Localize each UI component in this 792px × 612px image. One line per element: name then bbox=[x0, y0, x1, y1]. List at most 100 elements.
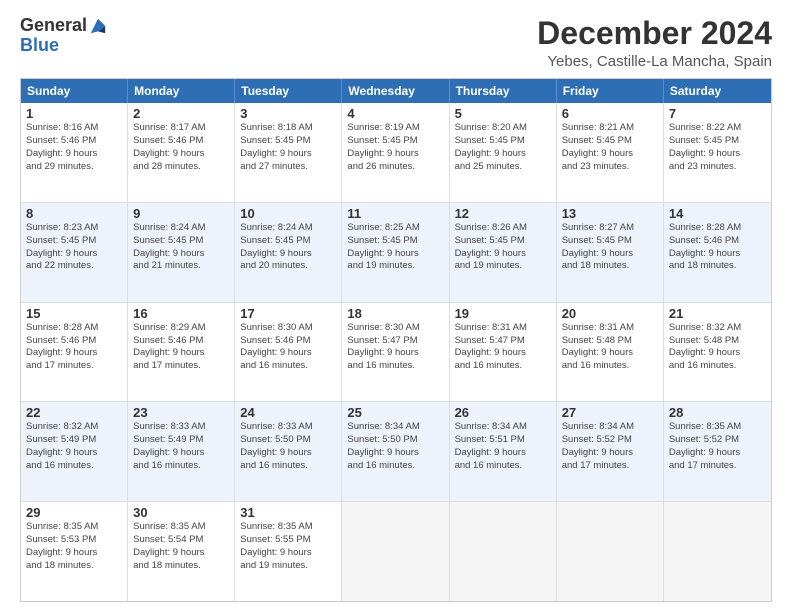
cell-day-number: 9 bbox=[133, 206, 229, 221]
cell-day-number: 12 bbox=[455, 206, 551, 221]
cell-day-number: 30 bbox=[133, 505, 229, 520]
cell-info: Sunrise: 8:28 AM Sunset: 5:46 PM Dayligh… bbox=[669, 222, 766, 273]
cal-cell: 30Sunrise: 8:35 AM Sunset: 5:54 PM Dayli… bbox=[128, 502, 235, 601]
cell-day-number: 25 bbox=[347, 405, 443, 420]
cal-cell bbox=[664, 502, 771, 601]
cal-cell: 21Sunrise: 8:32 AM Sunset: 5:48 PM Dayli… bbox=[664, 303, 771, 402]
cal-cell: 31Sunrise: 8:35 AM Sunset: 5:55 PM Dayli… bbox=[235, 502, 342, 601]
cell-info: Sunrise: 8:24 AM Sunset: 5:45 PM Dayligh… bbox=[133, 222, 229, 273]
cal-cell bbox=[557, 502, 664, 601]
cell-day-number: 16 bbox=[133, 306, 229, 321]
cell-info: Sunrise: 8:34 AM Sunset: 5:51 PM Dayligh… bbox=[455, 421, 551, 472]
title-section: December 2024 Yebes, Castille-La Mancha,… bbox=[537, 16, 772, 70]
cell-info: Sunrise: 8:32 AM Sunset: 5:48 PM Dayligh… bbox=[669, 322, 766, 373]
cal-cell: 19Sunrise: 8:31 AM Sunset: 5:47 PM Dayli… bbox=[450, 303, 557, 402]
cal-cell: 3Sunrise: 8:18 AM Sunset: 5:45 PM Daylig… bbox=[235, 103, 342, 202]
cell-day-number: 21 bbox=[669, 306, 766, 321]
cell-day-number: 13 bbox=[562, 206, 658, 221]
cell-info: Sunrise: 8:35 AM Sunset: 5:52 PM Dayligh… bbox=[669, 421, 766, 472]
cal-header-day: Saturday bbox=[664, 79, 771, 103]
cal-cell: 26Sunrise: 8:34 AM Sunset: 5:51 PM Dayli… bbox=[450, 402, 557, 501]
cal-cell: 14Sunrise: 8:28 AM Sunset: 5:46 PM Dayli… bbox=[664, 203, 771, 302]
calendar-header: SundayMondayTuesdayWednesdayThursdayFrid… bbox=[21, 79, 771, 103]
cell-info: Sunrise: 8:33 AM Sunset: 5:49 PM Dayligh… bbox=[133, 421, 229, 472]
cal-header-day: Friday bbox=[557, 79, 664, 103]
cal-cell: 7Sunrise: 8:22 AM Sunset: 5:45 PM Daylig… bbox=[664, 103, 771, 202]
cal-cell: 24Sunrise: 8:33 AM Sunset: 5:50 PM Dayli… bbox=[235, 402, 342, 501]
cal-cell bbox=[450, 502, 557, 601]
logo: General Blue bbox=[20, 16, 107, 56]
cell-day-number: 24 bbox=[240, 405, 336, 420]
cell-info: Sunrise: 8:24 AM Sunset: 5:45 PM Dayligh… bbox=[240, 222, 336, 273]
cell-day-number: 17 bbox=[240, 306, 336, 321]
cal-cell: 10Sunrise: 8:24 AM Sunset: 5:45 PM Dayli… bbox=[235, 203, 342, 302]
calendar-body: 1Sunrise: 8:16 AM Sunset: 5:46 PM Daylig… bbox=[21, 103, 771, 601]
cal-cell: 25Sunrise: 8:34 AM Sunset: 5:50 PM Dayli… bbox=[342, 402, 449, 501]
cal-cell: 22Sunrise: 8:32 AM Sunset: 5:49 PM Dayli… bbox=[21, 402, 128, 501]
cell-day-number: 28 bbox=[669, 405, 766, 420]
cell-day-number: 19 bbox=[455, 306, 551, 321]
cal-week-row: 15Sunrise: 8:28 AM Sunset: 5:46 PM Dayli… bbox=[21, 303, 771, 403]
cell-day-number: 18 bbox=[347, 306, 443, 321]
cal-week-row: 1Sunrise: 8:16 AM Sunset: 5:46 PM Daylig… bbox=[21, 103, 771, 203]
cal-header-day: Wednesday bbox=[342, 79, 449, 103]
cal-cell: 5Sunrise: 8:20 AM Sunset: 5:45 PM Daylig… bbox=[450, 103, 557, 202]
cal-week-row: 8Sunrise: 8:23 AM Sunset: 5:45 PM Daylig… bbox=[21, 203, 771, 303]
cal-week-row: 22Sunrise: 8:32 AM Sunset: 5:49 PM Dayli… bbox=[21, 402, 771, 502]
cell-day-number: 27 bbox=[562, 405, 658, 420]
logo-text-blue: Blue bbox=[20, 36, 107, 56]
cell-info: Sunrise: 8:27 AM Sunset: 5:45 PM Dayligh… bbox=[562, 222, 658, 273]
cal-cell: 9Sunrise: 8:24 AM Sunset: 5:45 PM Daylig… bbox=[128, 203, 235, 302]
cal-cell: 4Sunrise: 8:19 AM Sunset: 5:45 PM Daylig… bbox=[342, 103, 449, 202]
page: General Blue December 2024 Yebes, Castil… bbox=[0, 0, 792, 612]
cell-info: Sunrise: 8:30 AM Sunset: 5:46 PM Dayligh… bbox=[240, 322, 336, 373]
cell-day-number: 3 bbox=[240, 106, 336, 121]
cell-info: Sunrise: 8:32 AM Sunset: 5:49 PM Dayligh… bbox=[26, 421, 122, 472]
cal-cell: 18Sunrise: 8:30 AM Sunset: 5:47 PM Dayli… bbox=[342, 303, 449, 402]
cell-info: Sunrise: 8:26 AM Sunset: 5:45 PM Dayligh… bbox=[455, 222, 551, 273]
cell-day-number: 15 bbox=[26, 306, 122, 321]
cal-cell: 13Sunrise: 8:27 AM Sunset: 5:45 PM Dayli… bbox=[557, 203, 664, 302]
logo-icon bbox=[89, 17, 107, 35]
cal-cell: 16Sunrise: 8:29 AM Sunset: 5:46 PM Dayli… bbox=[128, 303, 235, 402]
cal-cell: 1Sunrise: 8:16 AM Sunset: 5:46 PM Daylig… bbox=[21, 103, 128, 202]
logo-text-general: General bbox=[20, 16, 87, 36]
cell-info: Sunrise: 8:28 AM Sunset: 5:46 PM Dayligh… bbox=[26, 322, 122, 373]
cell-day-number: 4 bbox=[347, 106, 443, 121]
cell-day-number: 10 bbox=[240, 206, 336, 221]
cal-cell: 29Sunrise: 8:35 AM Sunset: 5:53 PM Dayli… bbox=[21, 502, 128, 601]
cell-info: Sunrise: 8:22 AM Sunset: 5:45 PM Dayligh… bbox=[669, 122, 766, 173]
cal-cell: 17Sunrise: 8:30 AM Sunset: 5:46 PM Dayli… bbox=[235, 303, 342, 402]
cell-day-number: 7 bbox=[669, 106, 766, 121]
cal-cell: 23Sunrise: 8:33 AM Sunset: 5:49 PM Dayli… bbox=[128, 402, 235, 501]
cal-header-day: Sunday bbox=[21, 79, 128, 103]
cell-day-number: 22 bbox=[26, 405, 122, 420]
cal-cell: 8Sunrise: 8:23 AM Sunset: 5:45 PM Daylig… bbox=[21, 203, 128, 302]
cell-info: Sunrise: 8:20 AM Sunset: 5:45 PM Dayligh… bbox=[455, 122, 551, 173]
header: General Blue December 2024 Yebes, Castil… bbox=[20, 16, 772, 70]
cell-info: Sunrise: 8:33 AM Sunset: 5:50 PM Dayligh… bbox=[240, 421, 336, 472]
cell-info: Sunrise: 8:31 AM Sunset: 5:47 PM Dayligh… bbox=[455, 322, 551, 373]
cell-info: Sunrise: 8:35 AM Sunset: 5:54 PM Dayligh… bbox=[133, 521, 229, 572]
cell-day-number: 20 bbox=[562, 306, 658, 321]
cell-day-number: 5 bbox=[455, 106, 551, 121]
cell-info: Sunrise: 8:19 AM Sunset: 5:45 PM Dayligh… bbox=[347, 122, 443, 173]
cell-info: Sunrise: 8:29 AM Sunset: 5:46 PM Dayligh… bbox=[133, 322, 229, 373]
cal-header-day: Thursday bbox=[450, 79, 557, 103]
cell-day-number: 14 bbox=[669, 206, 766, 221]
subtitle: Yebes, Castille-La Mancha, Spain bbox=[537, 53, 772, 70]
cell-info: Sunrise: 8:23 AM Sunset: 5:45 PM Dayligh… bbox=[26, 222, 122, 273]
cal-cell: 15Sunrise: 8:28 AM Sunset: 5:46 PM Dayli… bbox=[21, 303, 128, 402]
cal-cell: 28Sunrise: 8:35 AM Sunset: 5:52 PM Dayli… bbox=[664, 402, 771, 501]
cell-day-number: 2 bbox=[133, 106, 229, 121]
cell-day-number: 8 bbox=[26, 206, 122, 221]
cal-header-day: Monday bbox=[128, 79, 235, 103]
cell-info: Sunrise: 8:21 AM Sunset: 5:45 PM Dayligh… bbox=[562, 122, 658, 173]
cal-cell: 6Sunrise: 8:21 AM Sunset: 5:45 PM Daylig… bbox=[557, 103, 664, 202]
cell-day-number: 23 bbox=[133, 405, 229, 420]
cell-info: Sunrise: 8:16 AM Sunset: 5:46 PM Dayligh… bbox=[26, 122, 122, 173]
cell-day-number: 11 bbox=[347, 206, 443, 221]
cell-info: Sunrise: 8:34 AM Sunset: 5:52 PM Dayligh… bbox=[562, 421, 658, 472]
main-title: December 2024 bbox=[537, 16, 772, 51]
cal-header-day: Tuesday bbox=[235, 79, 342, 103]
